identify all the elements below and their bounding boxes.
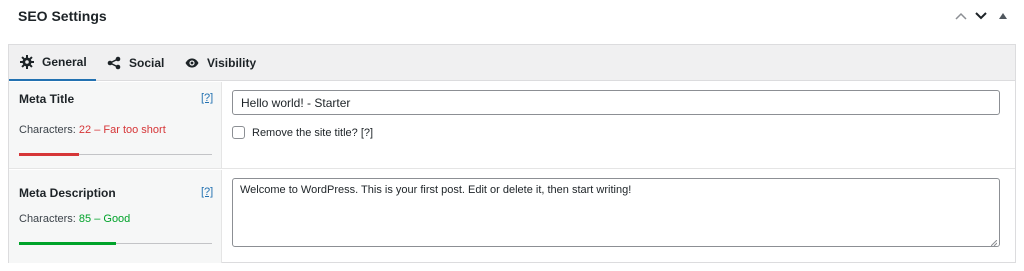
remove-site-title-label: Remove the site title? [?]	[252, 126, 374, 139]
meta-description-length-bar	[19, 242, 212, 245]
meta-description-label-cell: Meta Description [?] Characters: 85 – Go…	[9, 170, 222, 263]
remove-site-title-checkbox[interactable]	[232, 126, 245, 139]
meta-title-length-bar-fill	[19, 153, 79, 156]
panel-title: SEO Settings	[18, 8, 107, 24]
share-icon	[107, 56, 121, 70]
tab-general[interactable]: General	[9, 45, 96, 81]
tab-general-label: General	[42, 55, 87, 69]
meta-description-char-status: 85 – Good	[78, 213, 131, 225]
remove-site-title-option[interactable]: Remove the site title? [?]	[232, 126, 373, 139]
resize-grip-icon[interactable]	[991, 240, 997, 246]
meta-title-input[interactable]	[232, 90, 1000, 115]
meta-title-char-status: 22 – Far too short	[78, 124, 166, 136]
gear-icon	[20, 55, 34, 69]
meta-description-label: Meta Description	[19, 186, 116, 200]
meta-title-length-bar	[19, 153, 212, 156]
meta-description-char-label: Characters:	[19, 213, 76, 225]
meta-title-label: Meta Title	[19, 92, 75, 106]
meta-description-help-link[interactable]: [?]	[201, 186, 213, 198]
meta-title-help-link[interactable]: [?]	[201, 92, 213, 104]
seo-meta-box: General Social Visibility Meta Title [?]…	[8, 44, 1016, 263]
meta-description-length-bar-fill	[19, 242, 116, 245]
meta-description-char-count: Characters: 85 – Good	[19, 213, 130, 225]
meta-description-textarea[interactable]: Welcome to WordPress. This is your first…	[232, 178, 1000, 247]
tab-visibility-label: Visibility	[207, 56, 257, 70]
eye-icon	[185, 56, 199, 70]
toggle-panel-button[interactable]	[994, 8, 1012, 24]
meta-title-label-cell: Meta Title [?] Characters: 22 – Far too …	[9, 82, 222, 168]
chevron-down-icon	[975, 12, 987, 20]
move-up-button[interactable]	[952, 8, 970, 24]
tabs-bar: General Social Visibility	[9, 45, 1015, 81]
meta-title-char-count: Characters: 22 – Far too short	[19, 124, 166, 136]
panel-header: SEO Settings	[0, 0, 1024, 34]
collapse-triangle-icon	[999, 13, 1007, 19]
chevron-up-icon	[955, 12, 967, 20]
tab-visibility[interactable]: Visibility	[185, 45, 256, 81]
tab-social-label: Social	[129, 56, 165, 70]
meta-title-char-label: Characters:	[19, 124, 76, 136]
tab-social[interactable]: Social	[107, 45, 164, 81]
meta-title-row: Meta Title [?] Characters: 22 – Far too …	[9, 82, 1015, 169]
move-down-button[interactable]	[972, 8, 990, 24]
meta-description-row: Meta Description [?] Characters: 85 – Go…	[9, 170, 1015, 263]
